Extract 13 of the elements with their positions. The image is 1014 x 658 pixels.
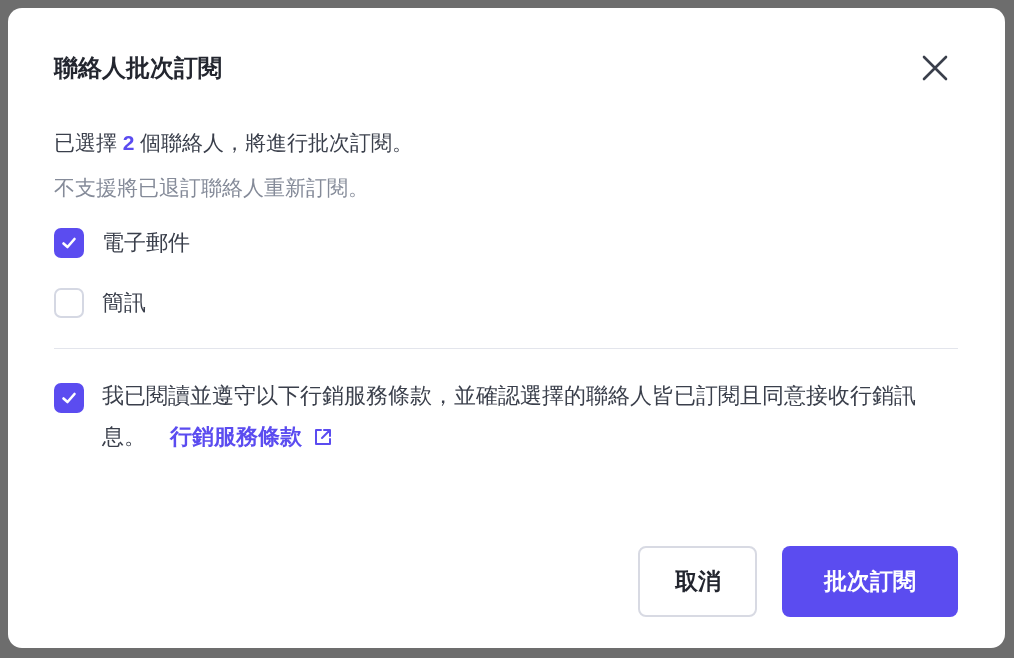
checkbox[interactable] bbox=[54, 383, 84, 413]
subscribe-button[interactable]: 批次訂閱 bbox=[782, 546, 958, 617]
checkbox-label: 簡訊 bbox=[102, 288, 146, 317]
terms-link[interactable]: 行銷服務條款 bbox=[170, 416, 334, 457]
cancel-button[interactable]: 取消 bbox=[638, 546, 757, 617]
checkbox-label: 電子郵件 bbox=[102, 228, 190, 257]
dialog-title: 聯絡人批次訂閱 bbox=[54, 53, 222, 83]
agreement-text: 我已閱讀並遵守以下行銷服務條款，並確認選擇的聯絡人皆已訂閱且同意接收行銷訊息。 行銷服務條款 bbox=[102, 375, 947, 457]
close-icon bbox=[922, 55, 948, 81]
summary-text: 已選擇 2 個聯絡人，將進行批次訂閱。 bbox=[54, 130, 415, 156]
close-button[interactable] bbox=[922, 55, 948, 81]
checkbox[interactable] bbox=[54, 227, 84, 258]
note-text: 不支援將已退訂聯絡人重新訂閱。 bbox=[54, 175, 370, 201]
